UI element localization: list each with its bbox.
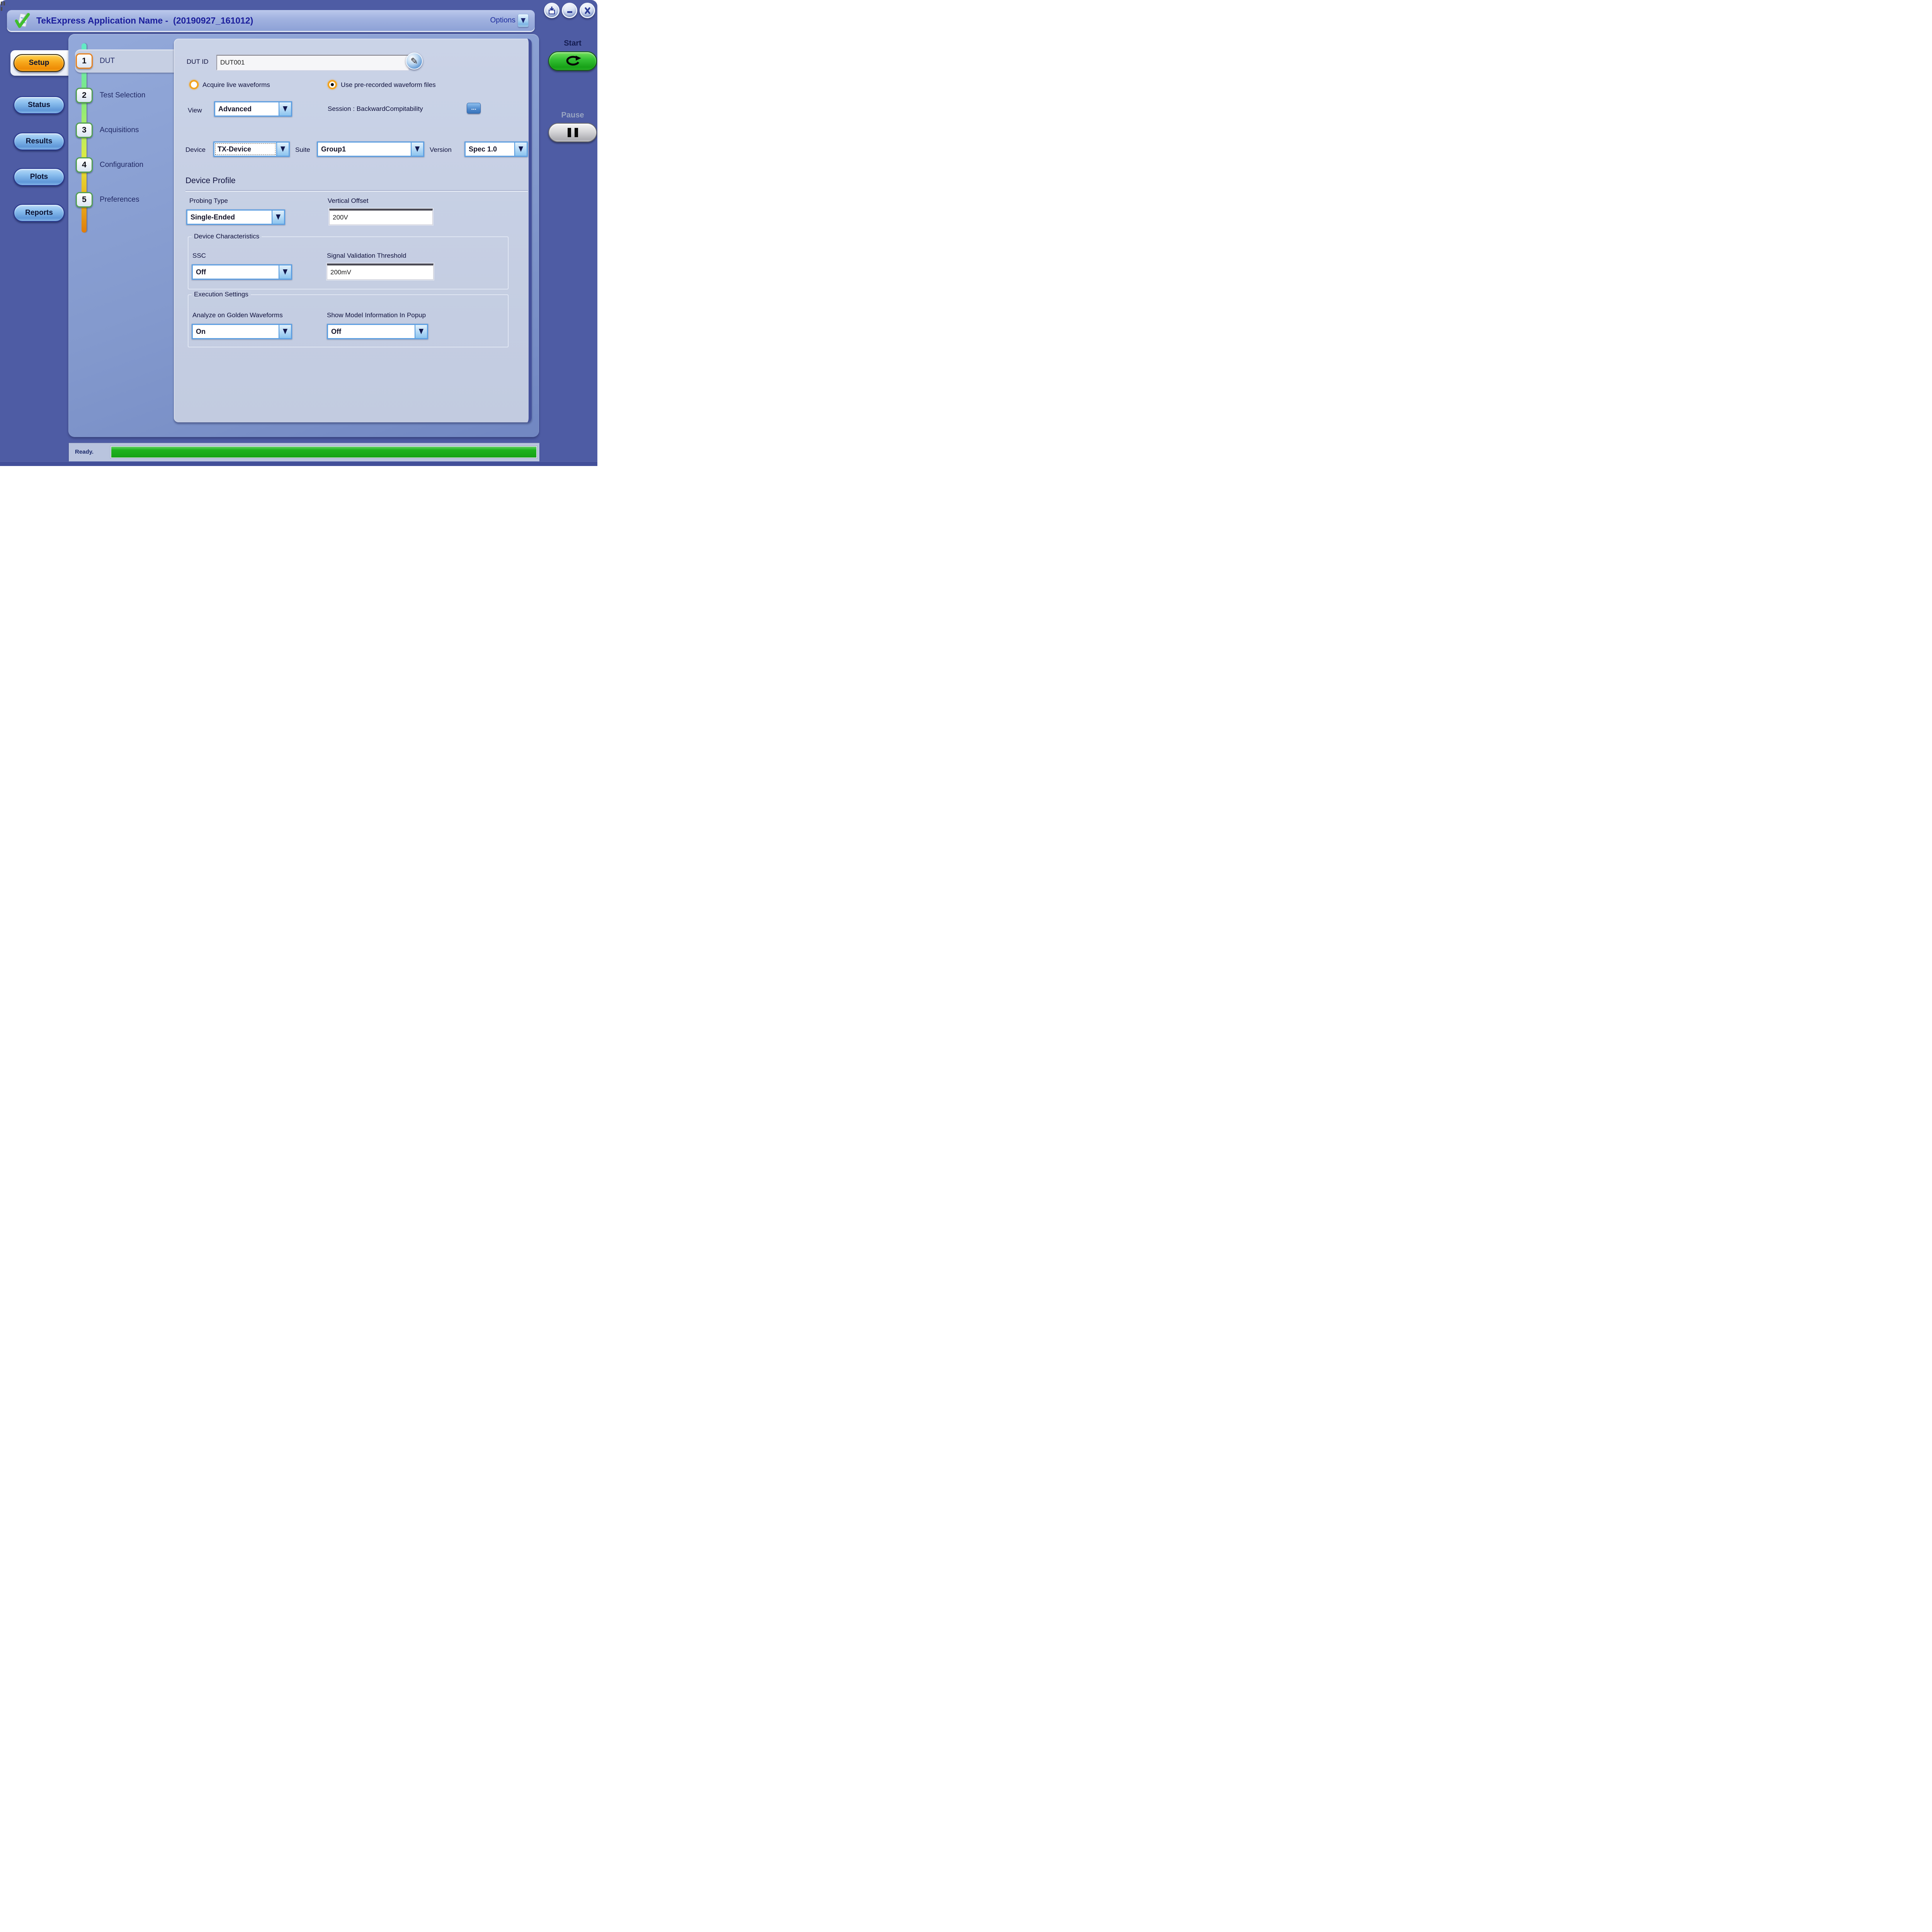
title-bar: TekExpress Application Name - (20190927_… (7, 10, 535, 31)
suite-dropdown-value: Group1 (318, 143, 411, 156)
start-loop-icon (563, 55, 582, 67)
session-more-button[interactable]: ... (467, 103, 481, 114)
window-bottom-edge (0, 461, 597, 466)
status-bar: Ready. (69, 443, 539, 462)
device-characteristics-title: Device Characteristics (192, 233, 262, 240)
chevron-down-icon[interactable] (272, 211, 284, 224)
progress-fill (111, 447, 536, 457)
step-badge-preferences[interactable]: 5 (76, 192, 93, 207)
chevron-down-icon[interactable] (276, 143, 289, 156)
radio-acquire-live-waveforms-label[interactable]: Acquire live waveforms (202, 81, 270, 89)
chevron-down-icon[interactable] (514, 143, 527, 156)
pause-icon (568, 128, 578, 137)
radio-acquire-live-waveforms[interactable] (189, 80, 199, 89)
view-dropdown[interactable]: Advanced (214, 101, 292, 117)
suite-dropdown[interactable]: Group1 (317, 141, 424, 157)
pause-label: Pause (548, 111, 597, 120)
chevron-down-icon[interactable] (279, 265, 291, 279)
analyze-on-golden-waveforms-dropdown[interactable]: On (192, 324, 292, 339)
session-label: Session : BackwardCompitability (328, 105, 423, 113)
inbox-arrow-icon (548, 6, 556, 15)
step-badge-configuration[interactable]: 4 (76, 157, 93, 173)
device-label: Device (185, 146, 206, 154)
step-badge-acquisitions[interactable]: 3 (76, 122, 93, 138)
step-label-configuration[interactable]: Configuration (100, 161, 143, 169)
vertical-offset-label: Vertical Offset (328, 197, 369, 205)
vertical-offset-input[interactable]: 200V (329, 209, 433, 225)
version-label: Version (430, 146, 452, 154)
sidebar-item-plots[interactable]: Plots (14, 168, 65, 186)
probing-type-dropdown-value: Single-Ended (187, 211, 272, 224)
device-profile-title: Device Profile (185, 176, 236, 185)
section-divider (185, 190, 528, 192)
probing-type-label: Probing Type (189, 197, 228, 205)
start-button[interactable] (548, 51, 597, 71)
view-dropdown-value: Advanced (215, 102, 279, 116)
show-model-information-dropdown[interactable]: Off (327, 324, 428, 339)
minimize-icon (566, 7, 573, 14)
resize-grip-icon[interactable] (1, 2, 6, 12)
dut-id-label: DUT ID (187, 58, 208, 66)
chevron-down-icon[interactable] (279, 102, 291, 116)
options-dropdown-button[interactable] (518, 14, 529, 27)
signal-validation-threshold-label: Signal Validation Threshold (327, 252, 406, 260)
step-badge-dut[interactable]: 1 (76, 53, 93, 69)
chevron-down-icon[interactable] (411, 143, 423, 156)
sidebar-item-setup[interactable]: Setup (14, 54, 65, 72)
status-text: Ready. (75, 449, 94, 455)
analyze-on-golden-waveforms-value: On (193, 325, 279, 338)
edit-dut-id-button[interactable]: ✎ (406, 53, 423, 70)
step-badge-test-selection[interactable]: 2 (76, 88, 93, 103)
step-label-acquisitions[interactable]: Acquisitions (100, 126, 139, 134)
dut-id-input[interactable]: DUT001 (216, 55, 409, 70)
screenshot-stage: TekExpress Application Name - (20190927_… (0, 0, 597, 466)
ssc-dropdown[interactable]: Off (192, 264, 292, 280)
step-label-test-selection[interactable]: Test Selection (100, 91, 145, 100)
version-dropdown-value: Spec 1.0 (466, 143, 514, 156)
device-dropdown[interactable]: TX-Device (213, 141, 290, 157)
options-label[interactable]: Options (490, 16, 515, 25)
sidebar-item-results[interactable]: Results (14, 133, 65, 150)
edit-pencil-icon: ✎ (410, 56, 418, 66)
app-title: TekExpress Application Name - (20190927_… (36, 10, 253, 31)
device-dropdown-value: TX-Device (214, 143, 276, 156)
version-dropdown[interactable]: Spec 1.0 (464, 141, 528, 157)
radio-use-prerecorded-waveforms-label[interactable]: Use pre-recorded waveform files (341, 81, 436, 89)
start-label: Start (548, 39, 597, 48)
progress-bar (111, 446, 537, 458)
sidebar-item-status[interactable]: Status (14, 96, 65, 114)
radio-use-prerecorded-waveforms[interactable] (328, 80, 337, 89)
suite-label: Suite (295, 146, 310, 154)
close-button[interactable] (580, 3, 595, 18)
probing-type-dropdown[interactable]: Single-Ended (186, 209, 285, 225)
minimize-button[interactable] (562, 3, 577, 18)
minimize-to-tray-button[interactable] (544, 3, 560, 18)
analyze-on-golden-waveforms-label: Analyze on Golden Waveforms (192, 311, 283, 319)
step-label-dut[interactable]: DUT (100, 57, 115, 65)
device-characteristics-group: Device Characteristics SSC Signal Valida… (188, 236, 509, 289)
chevron-down-icon[interactable] (415, 325, 427, 338)
show-model-information-value: Off (328, 325, 415, 338)
sidebar-item-reports[interactable]: Reports (14, 204, 65, 222)
show-model-information-label: Show Model Information In Popup (327, 311, 426, 319)
signal-validation-threshold-input[interactable]: 200mV (327, 264, 434, 280)
options-menu[interactable]: Options (490, 10, 529, 31)
execution-settings-group: Execution Settings Analyze on Golden Wav… (188, 294, 509, 347)
setup-panel: 1 2 3 4 5 DUT Test Selection Acquisition… (68, 34, 539, 437)
window-controls (544, 3, 595, 19)
app-logo-icon (14, 12, 32, 29)
pause-button[interactable] (548, 123, 597, 142)
step-label-preferences[interactable]: Preferences (100, 196, 139, 204)
execution-settings-title: Execution Settings (192, 291, 251, 298)
ssc-label: SSC (192, 252, 206, 260)
view-label: View (188, 107, 202, 114)
ssc-dropdown-value: Off (193, 265, 279, 279)
chevron-down-icon (521, 18, 526, 23)
tekexpress-window: TekExpress Application Name - (20190927_… (0, 0, 597, 466)
close-icon (584, 7, 591, 14)
dut-settings-content: DUT ID DUT001 ✎ Acquire live waveforms U… (174, 39, 532, 422)
chevron-down-icon[interactable] (279, 325, 291, 338)
